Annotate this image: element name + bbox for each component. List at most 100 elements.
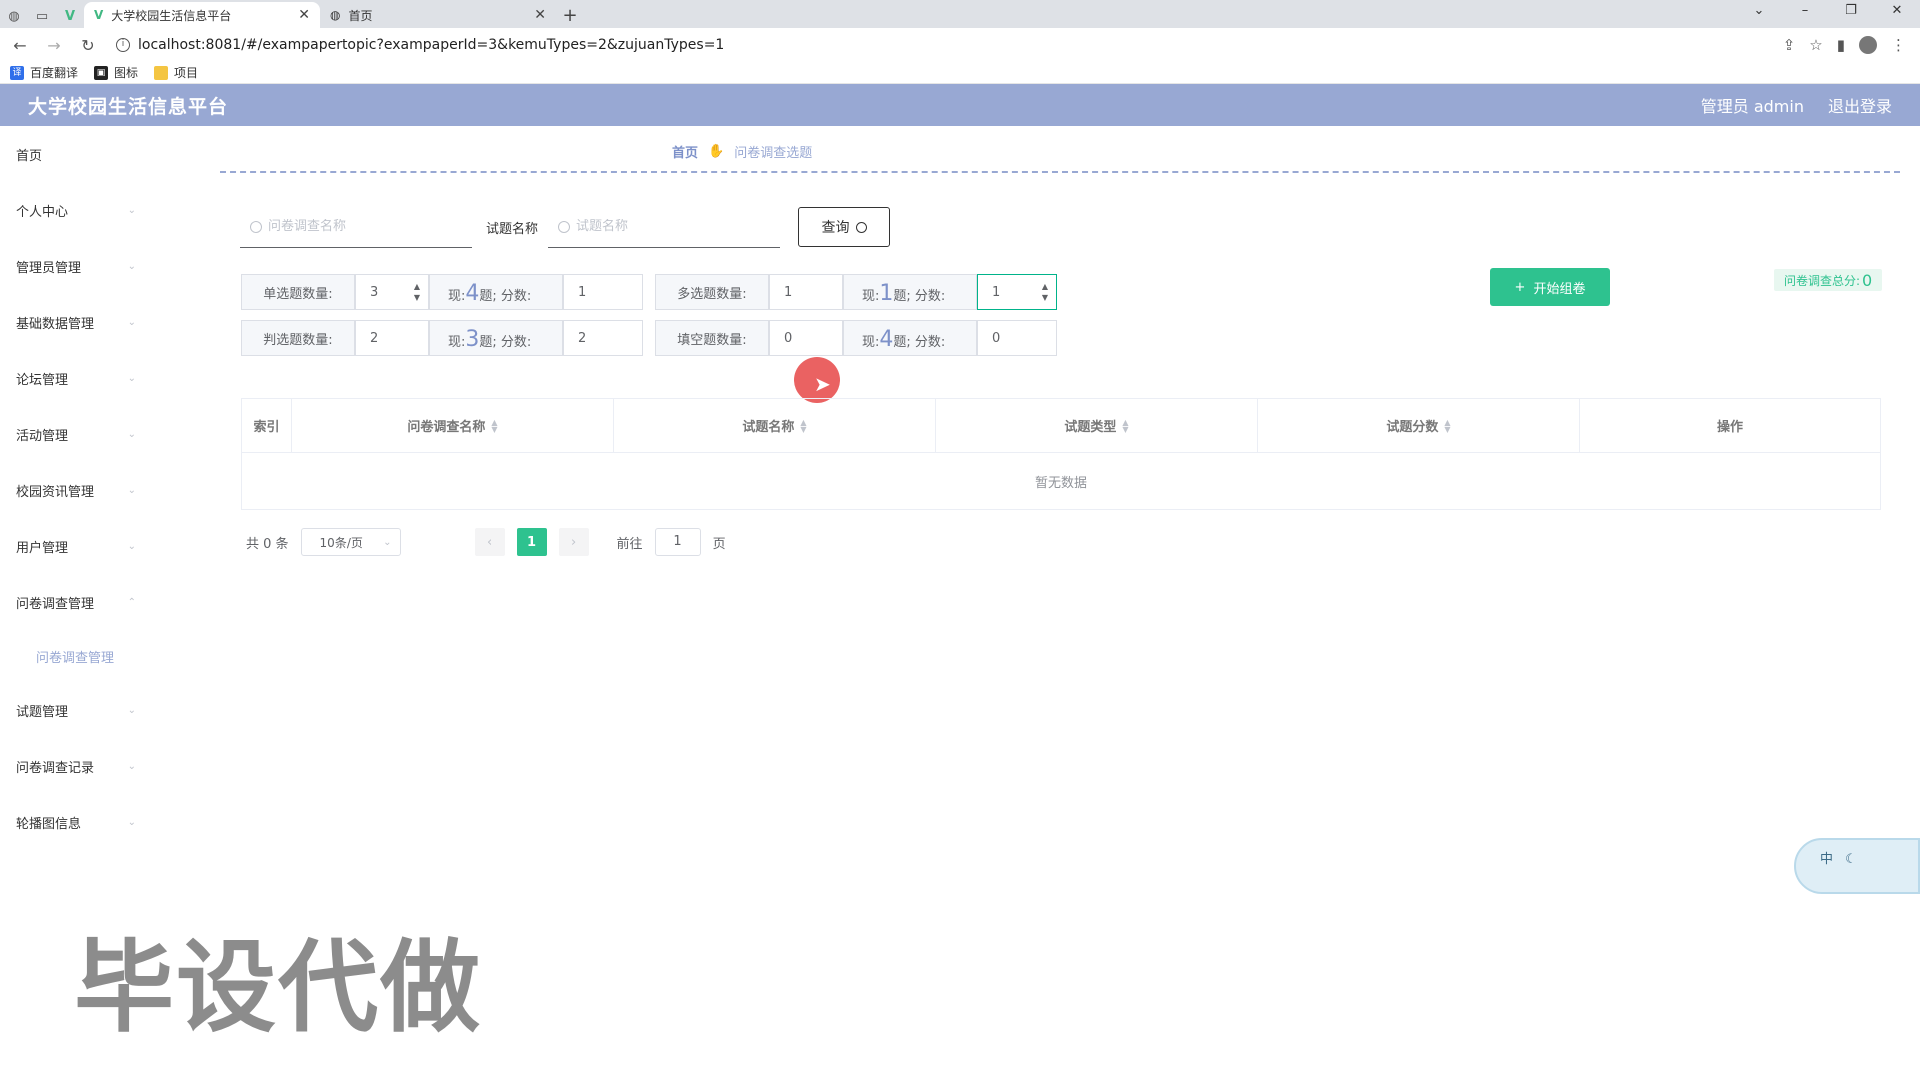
chevron-down-icon: ⌄: [127, 204, 136, 216]
question-name-input[interactable]: [576, 219, 767, 234]
folder-icon: [154, 65, 169, 80]
column-question-type[interactable]: 试题类型 ▲ ▼: [936, 399, 1258, 452]
chevron-down-icon: ⌄: [127, 540, 136, 552]
multi-choice-label: 多选题数量:: [655, 274, 769, 310]
share-icon[interactable]: ⇪: [1783, 36, 1796, 54]
start-compose-button[interactable]: + 开始组卷: [1490, 268, 1610, 306]
sidebar-item-admin-manage[interactable]: 管理员管理 ⌄: [0, 238, 180, 294]
table-header: 索引 问卷调查名称 ▲ ▼ 试题名称 ▲ ▼ 试题类型 ▲ ▼ 试题分数 ▲ ▼ 操作: [242, 399, 1880, 453]
url-field[interactable]: i localhost:8081/#/exampapertopic?exampa…: [110, 32, 1773, 58]
question-name-label: 试题名称: [486, 221, 539, 237]
pinned-tab-globe-icon[interactable]: ◍: [0, 4, 28, 28]
available-prefix: 现:: [448, 289, 466, 304]
browser-menu-icon[interactable]: ⋮: [1891, 36, 1906, 54]
tab-title: 大学校园生活信息平台: [111, 8, 232, 23]
multi-choice-count[interactable]: 1: [769, 274, 843, 310]
close-window-icon[interactable]: ✕: [1874, 0, 1920, 22]
column-label: 试题名称: [742, 420, 795, 435]
bookmark-icons[interactable]: ▣ 图标: [94, 64, 138, 81]
sidebar-item-basic-data[interactable]: 基础数据管理 ⌄: [0, 294, 180, 350]
stepper-arrows-icon[interactable]: ▲ ▼: [414, 281, 420, 303]
floating-ime-widget[interactable]: 中 ☾: [1794, 838, 1920, 894]
questions-table: 索引 问卷调查名称 ▲ ▼ 试题名称 ▲ ▼ 试题类型 ▲ ▼ 试题分数 ▲ ▼ 操作 暂无数据: [241, 398, 1881, 510]
sidebar-item-label: 问卷调查管理: [36, 650, 115, 666]
reload-icon[interactable]: ↻: [76, 36, 100, 55]
prev-page-button[interactable]: ‹: [474, 528, 505, 556]
query-button-label: 查询: [821, 220, 850, 236]
tab-search-icon[interactable]: ⌄: [1736, 0, 1782, 22]
config-row-2: 判选题数量: 2 现: 3 题; 分数: 2 填空题数量: 0 现: 4 题; 分数: …: [241, 320, 1057, 356]
back-icon[interactable]: ←: [8, 36, 32, 55]
mouse-cursor-icon: ➤: [814, 372, 831, 396]
chevron-down-icon: ⌄: [127, 316, 136, 328]
close-tab-icon[interactable]: ✕: [534, 7, 546, 23]
minimize-icon[interactable]: –: [1782, 0, 1828, 22]
next-page-button[interactable]: ›: [558, 528, 589, 556]
sidebar-item-label: 活动管理: [16, 428, 69, 444]
single-choice-count[interactable]: 3 ▲ ▼: [355, 274, 429, 310]
sort-icon[interactable]: ▲ ▼: [1444, 418, 1450, 433]
search-icon: [250, 220, 262, 233]
column-question-score[interactable]: 试题分数 ▲ ▼: [1258, 399, 1580, 452]
bookmark-star-icon[interactable]: ☆: [1809, 36, 1822, 54]
page-number-button[interactable]: 1: [516, 528, 547, 556]
query-button[interactable]: 查询: [798, 207, 891, 247]
chevron-down-icon: ⌄: [127, 760, 136, 772]
survey-name-input[interactable]: [268, 219, 458, 234]
start-compose-label: 开始组卷: [1533, 281, 1586, 297]
sidebar-item-survey-records[interactable]: 问卷调查记录 ⌄: [0, 738, 180, 794]
site-info-icon[interactable]: i: [116, 38, 130, 52]
goto-page-input[interactable]: 1: [654, 528, 701, 556]
sidebar-item-personal-center[interactable]: 个人中心 ⌄: [0, 182, 180, 238]
sort-icon[interactable]: ▲ ▼: [491, 418, 497, 433]
judge-label: 判选题数量:: [241, 320, 355, 356]
judge-count[interactable]: 2: [355, 320, 429, 356]
sidebar-item-questions[interactable]: 试题管理 ⌄: [0, 682, 180, 738]
moon-icon: ☾: [1845, 852, 1857, 867]
sidebar-item-carousel[interactable]: 轮播图信息 ⌄: [0, 794, 180, 850]
sidebar-item-forum[interactable]: 论坛管理 ⌄: [0, 350, 180, 406]
multi-choice-score[interactable]: 1 ▲ ▼: [977, 274, 1057, 310]
sidebar-item-news[interactable]: 校园资讯管理 ⌄: [0, 462, 180, 518]
fill-blank-count[interactable]: 0: [769, 320, 843, 356]
logout-link[interactable]: 退出登录: [1828, 93, 1892, 117]
sidebar-item-activity[interactable]: 活动管理 ⌄: [0, 406, 180, 462]
profile-avatar[interactable]: [1859, 36, 1877, 54]
sidebar-item-label: 首页: [16, 148, 43, 164]
column-question-name[interactable]: 试题名称 ▲ ▼: [614, 399, 936, 452]
side-panel-icon[interactable]: ▮: [1837, 36, 1845, 54]
close-tab-icon[interactable]: ✕: [298, 7, 310, 23]
sidebar-item-home[interactable]: 首页: [0, 126, 180, 182]
bookmark-baidu-translate[interactable]: 译 百度翻译: [10, 64, 78, 81]
sort-icon[interactable]: ▲ ▼: [800, 418, 806, 433]
sidebar-subitem-survey-manage[interactable]: 问卷调查管理: [0, 630, 180, 682]
sort-icon[interactable]: ▲ ▼: [1122, 418, 1128, 433]
main-area: 首页 个人中心 ⌄ 管理员管理 ⌄ 基础数据管理 ⌄ 论坛管理 ⌄ 活动管理 ⌄ 校园资讯…: [0, 126, 1920, 1072]
pinned-tab-blank-icon[interactable]: ▭: [28, 4, 56, 28]
app-header: 大学校园生活信息平台 管理员 admin 退出登录: [0, 84, 1920, 126]
sidebar-item-label: 用户管理: [16, 540, 69, 556]
column-survey-name[interactable]: 问卷调查名称 ▲ ▼: [292, 399, 614, 452]
single-choice-score[interactable]: 1: [563, 274, 643, 310]
total-score-label: 问卷调查总分:: [1784, 273, 1861, 288]
chevron-down-icon: ⌄: [383, 536, 392, 548]
stepper-arrows-icon[interactable]: ▲ ▼: [1042, 281, 1048, 303]
bookmark-project[interactable]: 项目: [154, 64, 198, 81]
bookmarks-bar: 译 百度翻译 ▣ 图标 项目: [0, 62, 1920, 84]
bookmark-label: 百度翻译: [30, 66, 79, 80]
forward-icon[interactable]: →: [42, 36, 66, 55]
breadcrumb-current: 问卷调查选题: [734, 146, 813, 161]
fill-blank-score[interactable]: 0: [977, 320, 1057, 356]
pinned-tab-vue-icon[interactable]: V: [56, 4, 84, 28]
sidebar-item-survey[interactable]: 问卷调查管理 ⌃: [0, 574, 180, 630]
sidebar-item-users[interactable]: 用户管理 ⌄: [0, 518, 180, 574]
survey-name-search: [240, 206, 472, 248]
new-tab-button[interactable]: +: [556, 2, 584, 28]
breadcrumb-home[interactable]: 首页: [672, 142, 698, 161]
judge-score[interactable]: 2: [563, 320, 643, 356]
page-size-select[interactable]: 10条/页 ⌄: [300, 528, 401, 556]
chevron-up-icon: ⌃: [127, 596, 136, 608]
browser-tab-active[interactable]: V 大学校园生活信息平台 ✕: [84, 2, 320, 28]
restore-icon[interactable]: ❐: [1828, 0, 1874, 22]
browser-tab[interactable]: ◍ 首页 ✕: [320, 2, 556, 28]
